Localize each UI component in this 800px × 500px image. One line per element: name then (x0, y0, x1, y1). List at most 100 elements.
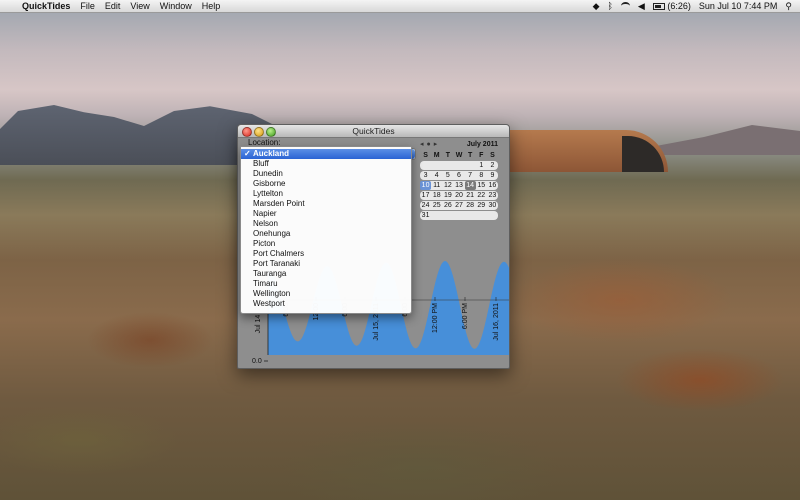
calendar-day[interactable]: 3 (420, 171, 431, 180)
x-tick-label: Jul 16, 2011 (493, 303, 500, 341)
x-tick-label: 12:00 PM (432, 303, 439, 333)
weekday: M (433, 152, 440, 159)
location-option[interactable]: Gisborne (241, 179, 411, 189)
calendar-day (453, 161, 464, 170)
calendar-day[interactable]: 2 (487, 161, 498, 170)
calendar-day (420, 161, 431, 170)
location-option[interactable]: Port Chalmers (241, 249, 411, 259)
location-option-label: Lyttelton (253, 189, 283, 198)
calendar-week: 10 11 12 13 14 15 16 (420, 181, 498, 190)
location-option-label: Nelson (253, 219, 278, 228)
location-option[interactable]: Napier (241, 209, 411, 219)
today-icon[interactable]: ● (427, 141, 431, 148)
calendar-day (453, 211, 464, 220)
calendar-day[interactable]: 27 (453, 201, 464, 210)
weekday: S (490, 152, 495, 159)
menu-view[interactable]: View (130, 0, 149, 12)
location-option[interactable]: Nelson (241, 219, 411, 229)
menu-app-name[interactable]: QuickTides (22, 0, 70, 12)
menu-help[interactable]: Help (202, 0, 221, 12)
calendar-day[interactable]: 23 (487, 191, 498, 200)
calendar-day[interactable]: 4 (431, 171, 442, 180)
location-option[interactable]: Wellington (241, 289, 411, 299)
location-option[interactable]: Tauranga (241, 269, 411, 279)
y-tick-label: 0.0 (252, 358, 262, 365)
location-option-label: Tauranga (253, 269, 287, 278)
battery-time: (6:26) (667, 1, 691, 11)
location-option[interactable]: Lyttelton (241, 189, 411, 199)
calendar-grid: 1 2 3 4 5 6 7 8 9 10 11 12 13 14 15 16 17 18 19 20 21 22 23 24 2… (420, 161, 498, 220)
battery-status[interactable]: (6:26) (652, 0, 691, 12)
calendar-day[interactable]: 18 (431, 191, 442, 200)
calendar-day[interactable]: 20 (453, 191, 464, 200)
location-option[interactable]: Onehunga (241, 229, 411, 239)
calendar: ◂ ● ▸ July 2011 S M T W T F S 1 2 3 4 5 6 7 8 9 10 1… (420, 140, 498, 220)
dropbox-icon[interactable]: ◆ (593, 0, 600, 12)
calendar-day (465, 211, 476, 220)
calendar-day[interactable]: 13 (453, 181, 464, 190)
calendar-day[interactable]: 22 (476, 191, 487, 200)
location-option[interactable]: Marsden Point (241, 199, 411, 209)
location-option[interactable]: Bluff (241, 159, 411, 169)
location-option-label: Marsden Point (253, 199, 305, 208)
calendar-day[interactable]: 28 (465, 201, 476, 210)
calendar-day[interactable]: 21 (465, 191, 476, 200)
calendar-day[interactable]: 19 (442, 191, 453, 200)
menu-file[interactable]: File (80, 0, 95, 12)
calendar-day[interactable]: 30 (487, 201, 498, 210)
calendar-day[interactable]: 8 (476, 171, 487, 180)
x-tick-label: 6:00 PM (462, 303, 469, 329)
calendar-day[interactable]: 1 (476, 161, 487, 170)
calendar-day (442, 211, 453, 220)
zoom-button[interactable] (266, 127, 276, 137)
calendar-day[interactable]: 6 (453, 171, 464, 180)
location-option-label: Westport (253, 299, 285, 308)
wifi-icon[interactable] (620, 2, 630, 10)
calendar-day[interactable]: 26 (442, 201, 453, 210)
calendar-day[interactable]: 11 (431, 181, 442, 190)
location-option[interactable]: Timaru (241, 279, 411, 289)
location-option-label: Port Taranaki (253, 259, 300, 268)
calendar-day[interactable]: 31 (420, 211, 431, 220)
weekday: W (455, 152, 463, 159)
clock[interactable]: Sun Jul 10 7:44 PM (699, 0, 778, 12)
menu-window[interactable]: Window (160, 0, 192, 12)
calendar-day[interactable]: 5 (442, 171, 453, 180)
calendar-day (476, 211, 487, 220)
location-option[interactable]: Westport (241, 299, 411, 309)
location-option[interactable]: Picton (241, 239, 411, 249)
calendar-week: 12 (420, 161, 498, 170)
calendar-day (431, 161, 442, 170)
calendar-day (465, 161, 476, 170)
weekday: F (479, 152, 484, 159)
bluetooth-icon[interactable]: ᛒ (607, 0, 612, 12)
calendar-day[interactable]: 12 (442, 181, 453, 190)
calendar-day[interactable]: 24 (420, 201, 431, 210)
location-option[interactable]: ✓ Auckland (241, 149, 411, 159)
menu-edit[interactable]: Edit (105, 0, 121, 12)
calendar-day[interactable]: 25 (431, 201, 442, 210)
next-month-icon[interactable]: ▸ (434, 141, 438, 148)
calendar-day[interactable]: 9 (487, 171, 498, 180)
minimize-button[interactable] (254, 127, 264, 137)
location-option[interactable]: Dunedin (241, 169, 411, 179)
spotlight-icon[interactable]: ⚲ (785, 0, 792, 12)
calendar-week: 17 18 19 20 21 22 23 (420, 191, 498, 200)
calendar-day[interactable]: 29 (476, 201, 487, 210)
calendar-day[interactable]: 15 (476, 181, 487, 190)
calendar-weekdays: S M T W T F S (420, 151, 498, 160)
location-option[interactable]: Port Taranaki (241, 259, 411, 269)
calendar-day[interactable]: 7 (465, 171, 476, 180)
location-option-label: Picton (253, 239, 276, 248)
calendar-day[interactable]: 16 (487, 181, 498, 190)
prev-month-icon[interactable]: ◂ (420, 141, 424, 148)
calendar-day[interactable]: 14 (464, 181, 476, 190)
calendar-day[interactable]: 17 (420, 191, 431, 200)
volume-icon[interactable]: ◀ (638, 0, 645, 12)
calendar-day[interactable]: 10 (420, 181, 432, 190)
distant-hill (640, 125, 800, 155)
close-button[interactable] (242, 127, 252, 137)
window-titlebar[interactable]: QuickTides (238, 125, 509, 138)
calendar-nav: ◂ ● ▸ (420, 140, 440, 149)
calendar-week: 3456789 (420, 171, 498, 180)
